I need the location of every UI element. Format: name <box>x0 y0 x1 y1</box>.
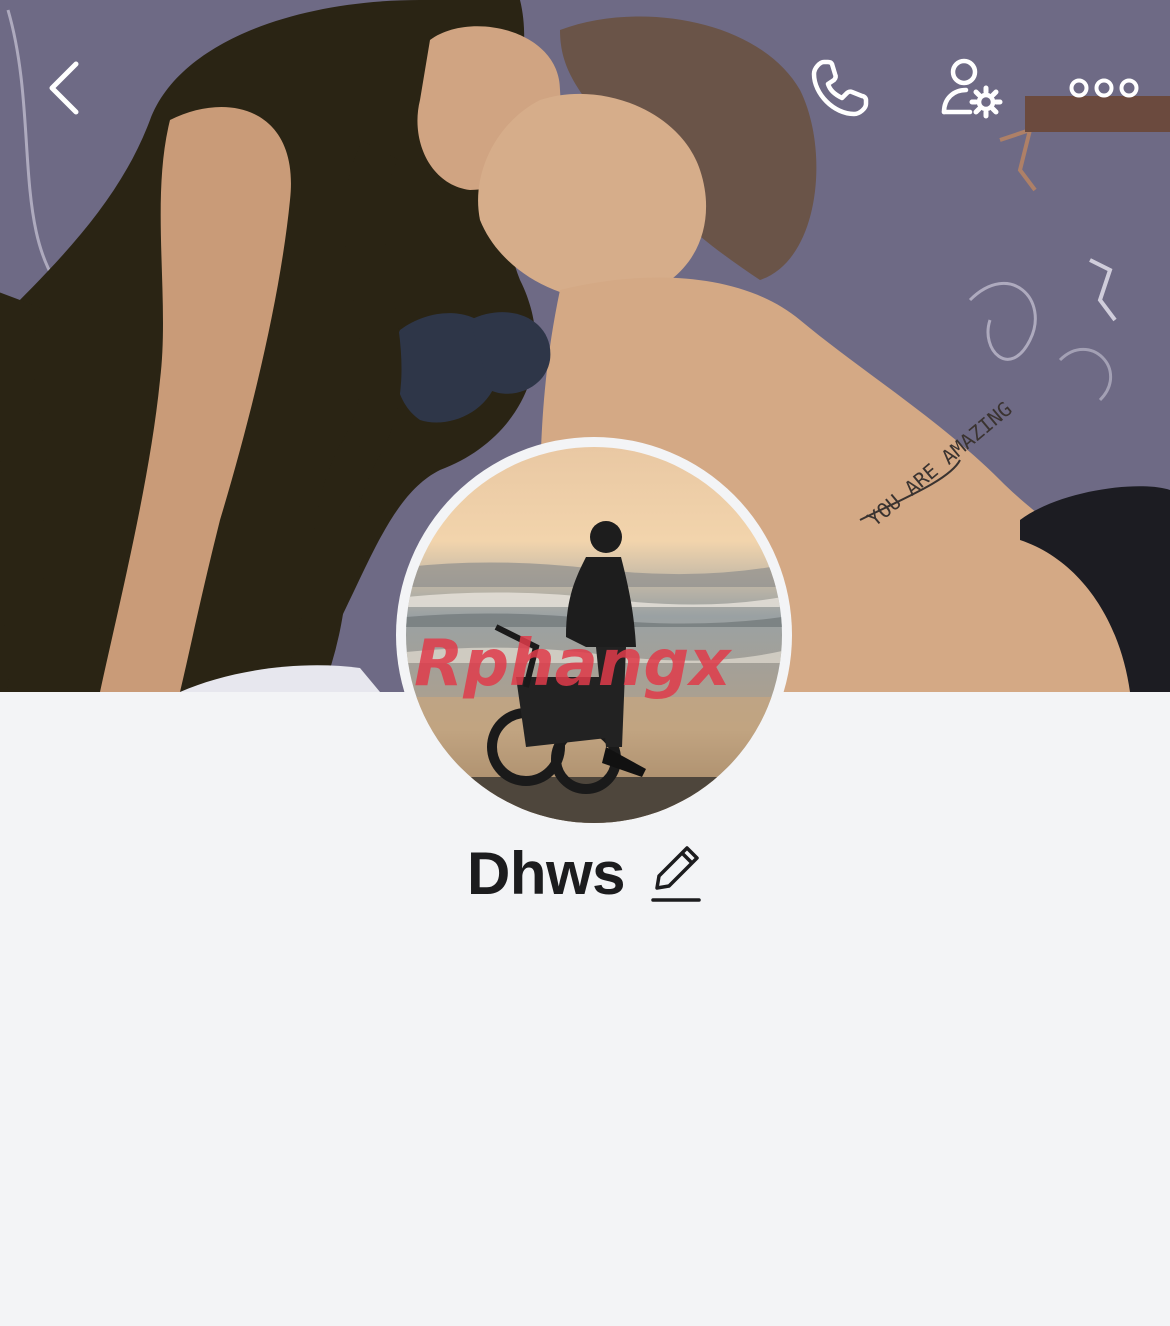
pencil-edit-icon[interactable] <box>649 842 703 904</box>
avatar[interactable]: Rphangx <box>406 447 782 823</box>
profile-name-row: Dhws <box>0 838 1170 908</box>
user-settings-button[interactable] <box>932 50 1012 130</box>
profile-name: Dhws <box>466 839 626 907</box>
avatar-photo: Rphangx <box>406 447 782 823</box>
top-nav-bar <box>0 0 1170 180</box>
more-options-button[interactable] <box>1064 50 1144 130</box>
user-settings-icon <box>940 56 1004 125</box>
chevron-left-icon <box>46 60 86 121</box>
avatar-watermark: Rphangx <box>414 627 732 701</box>
call-button[interactable] <box>800 50 880 130</box>
phone-icon <box>808 56 872 125</box>
more-horizontal-icon <box>1069 76 1139 105</box>
back-button[interactable] <box>26 50 106 130</box>
